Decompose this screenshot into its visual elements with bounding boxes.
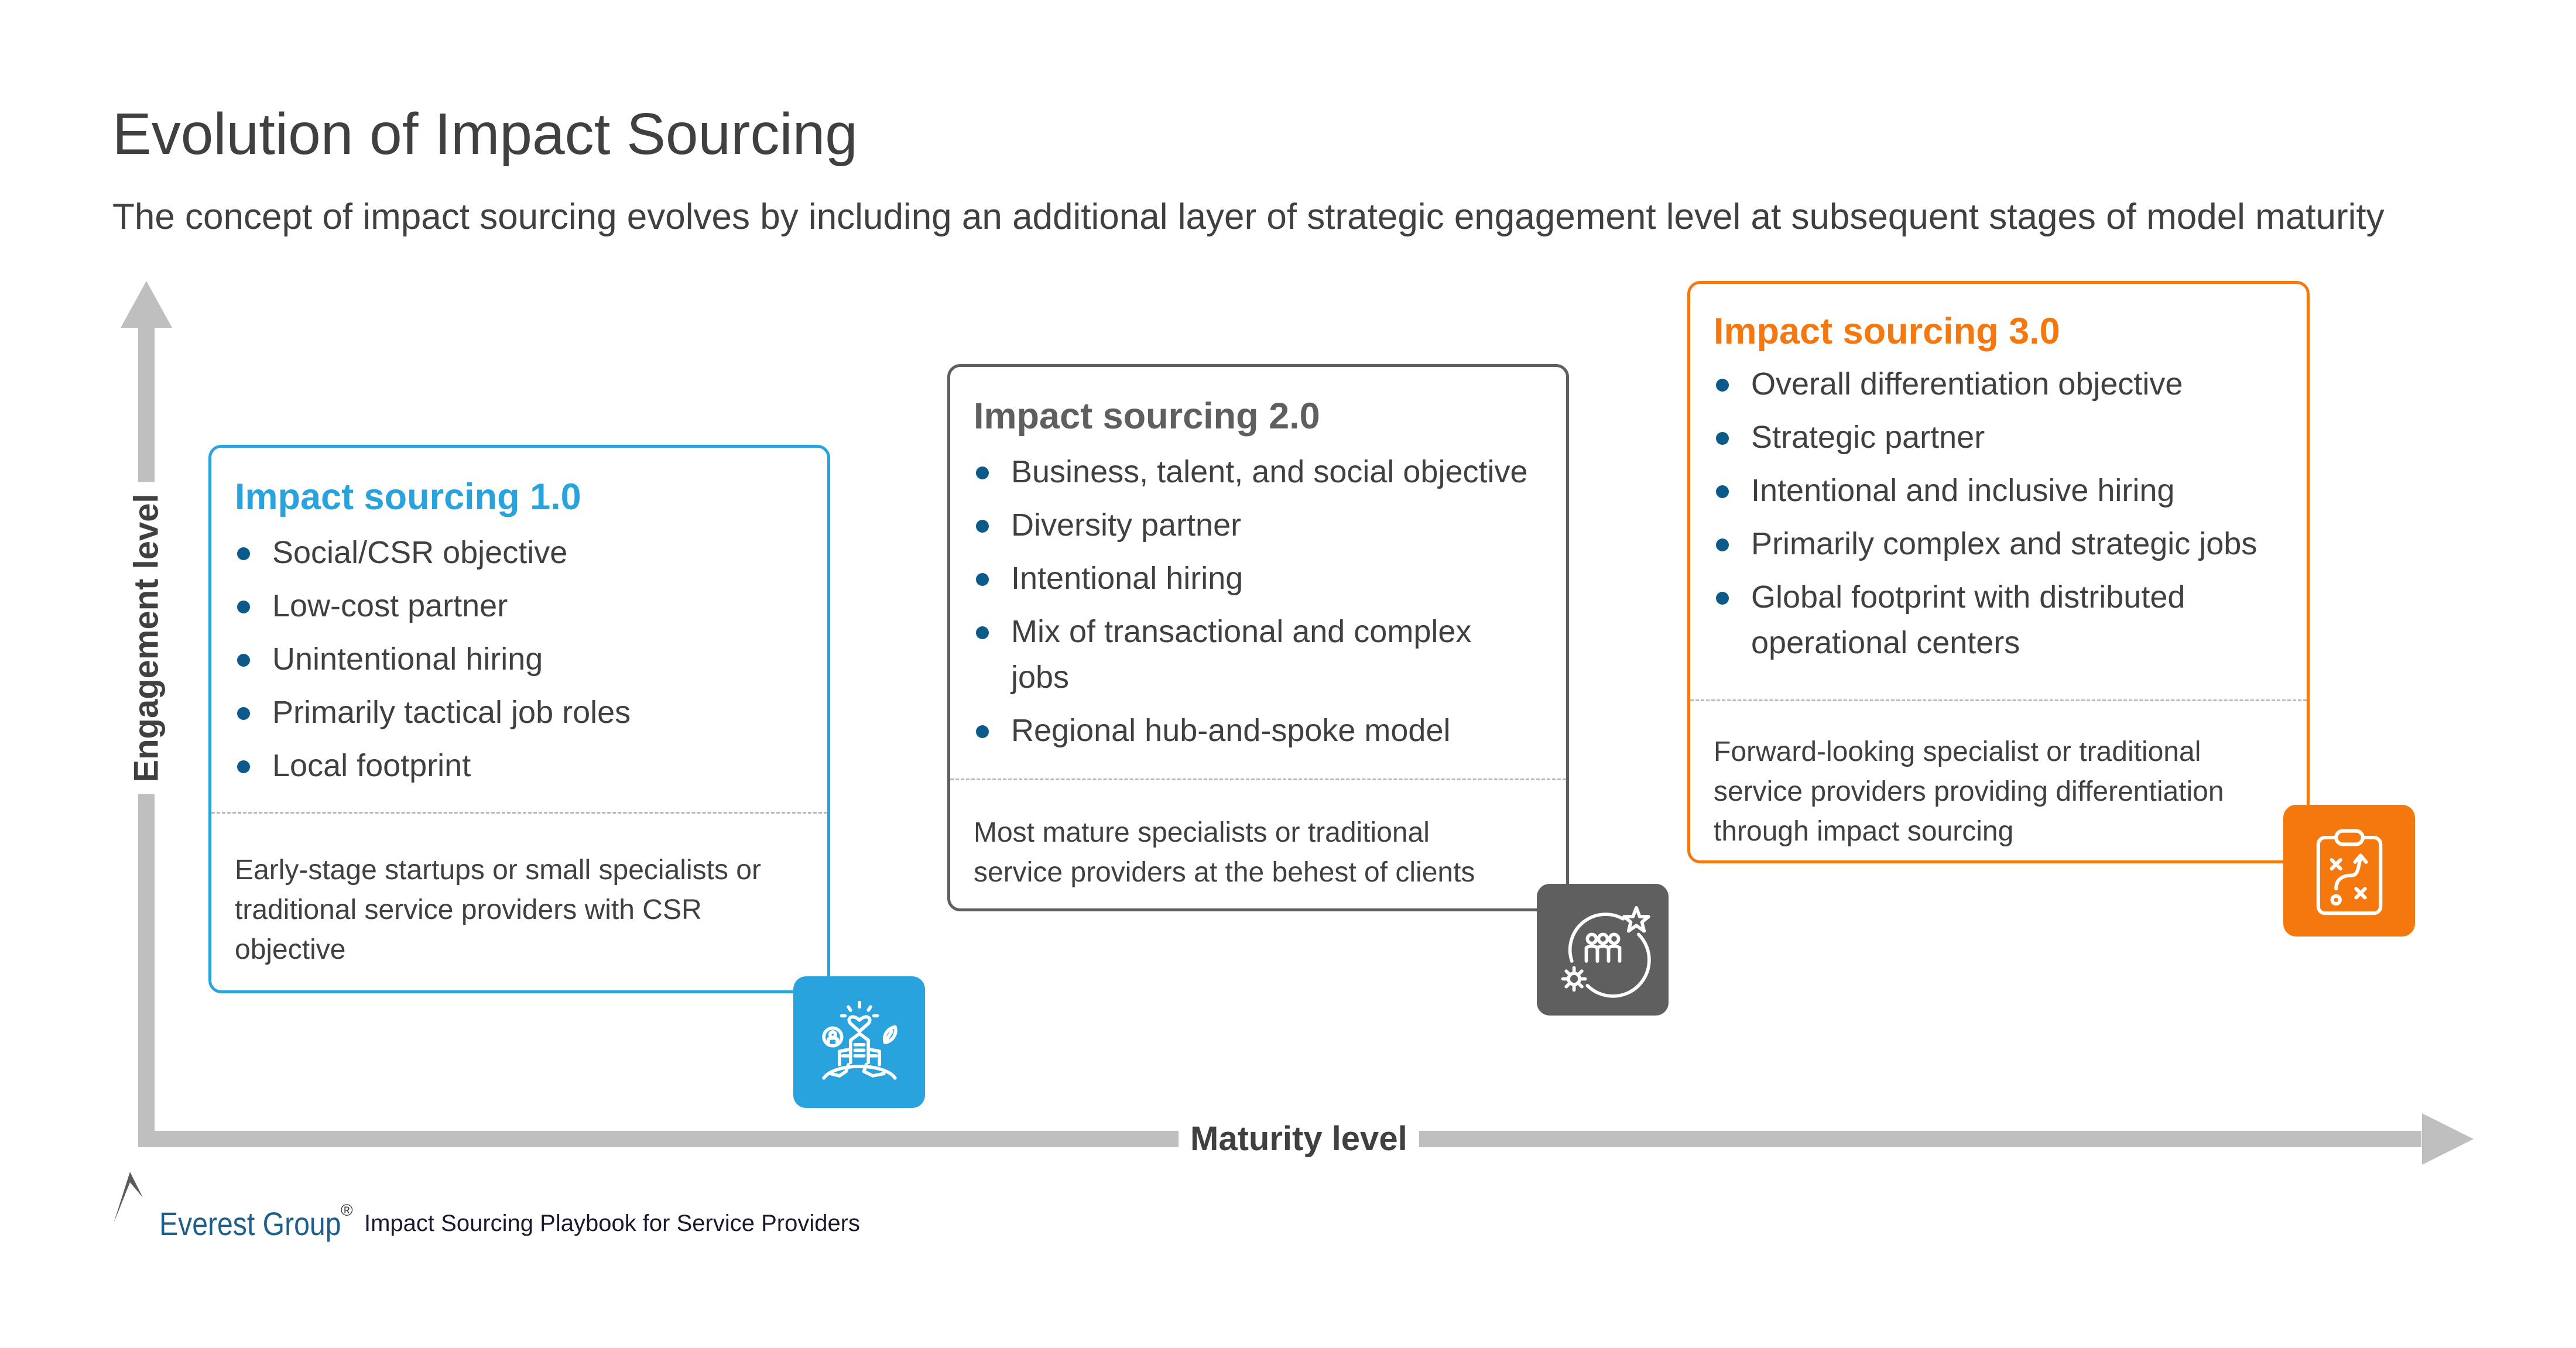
bullet-item: Intentional and inclusive hiring xyxy=(1714,468,2289,513)
bullet-dot-icon xyxy=(1716,485,1729,498)
bullet-dot-icon xyxy=(976,520,989,533)
city-heart-leaf-icon xyxy=(821,1000,898,1080)
bullet-dot-icon xyxy=(1716,592,1729,605)
stage-title: Impact sourcing 3.0 xyxy=(1714,311,2060,352)
bullet-item: Intentional hiring xyxy=(974,555,1549,601)
footer-document-title: Impact Sourcing Playbook for Service Pro… xyxy=(364,1210,861,1236)
bullet-item: Unintentional hiring xyxy=(235,636,810,682)
bullet-item: Global footprint with distributed operat… xyxy=(1714,574,2231,666)
bullet-dot-icon xyxy=(237,707,250,720)
stage-icon-tile-3 xyxy=(2283,805,2415,937)
x-axis-arrowhead xyxy=(2422,1113,2474,1165)
stage-card-1: Impact sourcing 1.0 Social/CSR objective… xyxy=(208,445,830,993)
card-divider xyxy=(950,778,1566,780)
bullet-item: Strategic partner xyxy=(1714,414,2289,460)
y-axis-label: Engagement level xyxy=(126,482,166,794)
bullet-item: Primarily complex and strategic jobs xyxy=(1714,521,2289,567)
x-axis-label: Maturity level xyxy=(1179,1119,1419,1158)
bullet-dot-icon xyxy=(976,467,989,479)
stage-description: Early-stage startups or small specialist… xyxy=(235,855,761,965)
stage-bullets: Overall differentiation objective Strate… xyxy=(1714,361,2289,673)
clipboard-strategy-icon xyxy=(2316,829,2382,915)
footer-brand-name: Everest Group xyxy=(159,1205,341,1242)
team-star-gear-icon xyxy=(1561,905,1651,998)
stage-description: Most mature specialists or traditional s… xyxy=(974,817,1475,888)
card-divider xyxy=(1690,699,2307,701)
bullet-item: Regional hub-and-spoke model xyxy=(974,708,1549,753)
bullet-item: Low-cost partner xyxy=(235,583,810,629)
stage-card-2: Impact sourcing 2.0 Business, talent, an… xyxy=(947,364,1569,911)
registered-mark: ® xyxy=(341,1201,353,1219)
stage-bullets: Social/CSR objective Low-cost partner Un… xyxy=(235,530,810,796)
bullet-item: Business, talent, and social objective xyxy=(974,449,1549,495)
bullet-dot-icon xyxy=(237,654,250,667)
stage-title: Impact sourcing 1.0 xyxy=(235,476,581,517)
bullet-dot-icon xyxy=(976,573,989,586)
bullet-item: Local footprint xyxy=(235,743,810,788)
bullet-item: Diversity partner xyxy=(974,502,1549,548)
bullet-item: Mix of transactional and complex jobs xyxy=(974,609,1491,700)
bullet-item: Overall differentiation objective xyxy=(1714,361,2289,407)
stage-description: Forward-looking specialist or traditiona… xyxy=(1714,736,2224,847)
bullet-dot-icon xyxy=(237,601,250,613)
bullet-dot-icon xyxy=(237,760,250,773)
bullet-dot-icon xyxy=(1716,538,1729,551)
stage-icon-tile-2 xyxy=(1537,884,1669,1016)
stage-bullets: Business, talent, and social objective D… xyxy=(974,449,1549,761)
y-axis-arrowhead xyxy=(121,281,172,328)
bullet-dot-icon xyxy=(237,547,250,560)
stage-icon-tile-1 xyxy=(793,976,925,1108)
bullet-item: Social/CSR objective xyxy=(235,530,810,575)
bullet-dot-icon xyxy=(976,626,989,639)
stage-card-3: Impact sourcing 3.0 Overall differentiat… xyxy=(1687,281,2310,863)
card-divider xyxy=(211,812,827,814)
bullet-dot-icon xyxy=(976,725,989,738)
bullet-dot-icon xyxy=(1716,379,1729,392)
stage-title: Impact sourcing 2.0 xyxy=(974,396,1320,437)
bullet-item: Primarily tactical job roles xyxy=(235,690,810,735)
bullet-dot-icon xyxy=(1716,432,1729,445)
